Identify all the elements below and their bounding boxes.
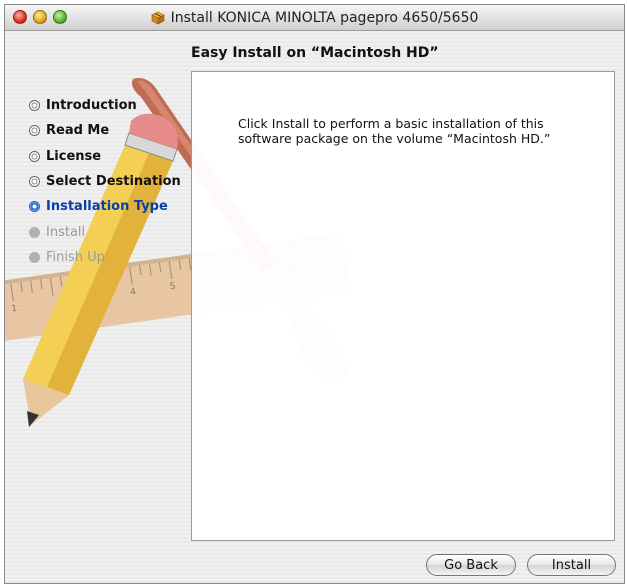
window-title-wrap: Install KONICA MINOLTA pagepro 4650/5650 bbox=[5, 5, 624, 31]
pane-title: Easy Install on “Macintosh HD” bbox=[191, 45, 439, 61]
step-introduction: Introduction bbox=[29, 93, 181, 118]
step-bullet-icon bbox=[29, 176, 40, 188]
step-read-me: Read Me bbox=[29, 118, 181, 143]
installer-window: Install KONICA MINOLTA pagepro 4650/5650… bbox=[4, 4, 625, 584]
step-label: Select Destination bbox=[46, 174, 181, 190]
main-content-panel: Click Install to perform a basic install… bbox=[191, 71, 615, 541]
step-bullet-icon bbox=[29, 100, 40, 112]
step-bullet-icon bbox=[29, 226, 40, 238]
step-installation-type: Installation Type bbox=[29, 194, 181, 219]
go-back-button[interactable]: Go Back bbox=[426, 554, 516, 576]
step-bullet-icon bbox=[29, 150, 40, 162]
step-select-destination: Select Destination bbox=[29, 169, 181, 194]
step-label: License bbox=[46, 148, 102, 164]
install-message: Click Install to perform a basic install… bbox=[238, 116, 551, 146]
step-install: Install bbox=[29, 219, 181, 244]
step-finish-up: Finish Up bbox=[29, 245, 181, 270]
install-button[interactable]: Install bbox=[527, 554, 616, 576]
step-bullet-icon bbox=[29, 125, 40, 137]
step-label: Installation Type bbox=[46, 199, 168, 215]
title-bar[interactable]: Install KONICA MINOLTA pagepro 4650/5650 bbox=[5, 5, 624, 31]
package-icon bbox=[150, 11, 165, 25]
step-label: Introduction bbox=[46, 98, 137, 114]
step-label: Read Me bbox=[46, 123, 110, 139]
step-list: Introduction Read Me License Select Dest… bbox=[29, 93, 181, 270]
step-bullet-icon bbox=[29, 251, 40, 263]
step-label: Finish Up bbox=[46, 249, 105, 265]
step-license: License bbox=[29, 144, 181, 169]
step-bullet-icon bbox=[29, 201, 40, 213]
window-title: Install KONICA MINOLTA pagepro 4650/5650 bbox=[170, 10, 479, 26]
step-label: Install bbox=[46, 224, 86, 240]
